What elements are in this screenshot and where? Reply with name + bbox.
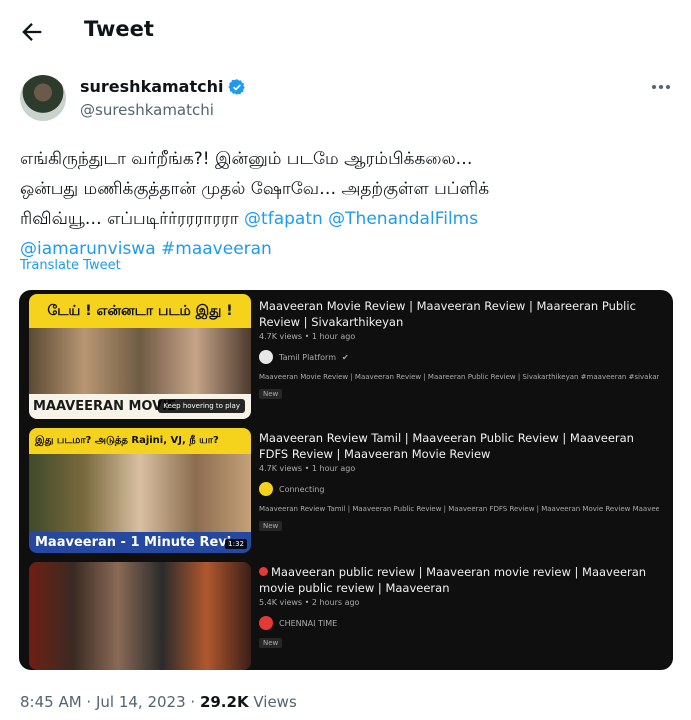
thumbnail-caption-bottom: Maaveeran - 1 Minute Revi xyxy=(29,532,251,553)
video-thumbnail-2[interactable]: இது படமா? அடுத்த Rajini, VJ, நீ யா? Maav… xyxy=(29,428,251,553)
tweet-timestamp[interactable]: 8:45 AM · Jul 14, 2023 · xyxy=(20,693,200,711)
translate-tweet-link[interactable]: Translate Tweet xyxy=(20,258,121,273)
video-channel[interactable]: Connecting xyxy=(259,482,659,496)
page-title: Tweet xyxy=(84,17,154,41)
thumbnail-caption-top: டேய் ! என்னடா படம் இது ! xyxy=(29,294,251,328)
channel-name[interactable]: Tamil Platform xyxy=(279,353,336,362)
author-name-text[interactable]: sureshkamatchi xyxy=(80,77,223,96)
avatar[interactable] xyxy=(20,75,66,121)
video-duration: 1:32 xyxy=(225,539,247,549)
video-title[interactable]: Maaveeran Review Tamil | Maaveeran Publi… xyxy=(259,430,659,462)
tweet-line-2: ஒன்பது மணிக்குத்தான் முதல் ஷோவே… அதற்குள… xyxy=(20,179,490,199)
channel-avatar-icon xyxy=(259,482,273,496)
video-title-text[interactable]: Maaveeran public review | Maaveeran movi… xyxy=(259,565,646,595)
video-info-2: Maaveeran Review Tamil | Maaveeran Publi… xyxy=(259,430,659,532)
video-meta: 5.4K views • 2 hours ago xyxy=(259,598,360,607)
thumbnail-image xyxy=(29,454,251,532)
live-dot-icon xyxy=(259,567,268,576)
channel-name[interactable]: Connecting xyxy=(279,485,324,494)
video-info-3: Maaveeran public review | Maaveeran movi… xyxy=(259,564,659,649)
video-title[interactable]: Maaveeran public review | Maaveeran movi… xyxy=(259,564,659,596)
media-card[interactable]: டேய் ! என்னடா படம் இது ! MAAVEERAN MOVIE… xyxy=(19,290,673,670)
new-badge: New xyxy=(259,389,283,399)
verified-badge-icon xyxy=(228,78,246,95)
tweet-line-3-text: ரிவிவ்யூ… எப்படிர்ர்ரரராரரா xyxy=(20,209,245,229)
thumbnail-image xyxy=(29,328,251,394)
video-channel[interactable]: Tamil Platform ✔ xyxy=(259,350,659,364)
top-bar: Tweet xyxy=(0,0,691,62)
video-result-3[interactable]: Maaveeran public review | Maaveeran movi… xyxy=(19,562,673,670)
video-description: Maaveeran Review Tamil | Maaveeran Publi… xyxy=(259,505,659,513)
video-info-1: Maaveeran Movie Review | Maaveeran Revie… xyxy=(259,298,659,400)
thumbnail-image xyxy=(29,562,251,670)
video-thumbnail-1[interactable]: டேய் ! என்னடா படம் இது ! MAAVEERAN MOVIE… xyxy=(29,294,251,419)
tweet-footer: 8:45 AM · Jul 14, 2023 · 29.2K Views xyxy=(20,693,297,711)
mention-tfapatn[interactable]: @tfapatn xyxy=(244,209,323,229)
tweet-line-1: எங்கிருந்துடா வர்றீங்க?! இன்னும் படமே ஆர… xyxy=(20,149,473,169)
mention-thenandalfilms[interactable]: @ThenandalFilms xyxy=(328,209,478,229)
channel-avatar-icon xyxy=(259,350,273,364)
channel-name[interactable]: CHENNAI TIME xyxy=(279,619,337,628)
channel-avatar-icon xyxy=(259,616,273,630)
more-options-icon[interactable] xyxy=(650,80,672,94)
verified-check-icon: ✔ xyxy=(341,352,349,362)
new-badge: New xyxy=(259,638,283,648)
new-badge: New xyxy=(259,521,283,531)
author-handle[interactable]: @sureshkamatchi xyxy=(80,101,214,119)
thumbnail-caption-top: இது படமா? அடுத்த Rajini, VJ, நீ யா? xyxy=(29,428,251,454)
back-arrow-icon[interactable] xyxy=(18,18,46,46)
tweet-text: எங்கிருந்துடா வர்றீங்க?! இன்னும் படமே ஆர… xyxy=(20,144,670,264)
author-name[interactable]: sureshkamatchi xyxy=(80,77,246,96)
tweet-line-3: ரிவிவ்யூ… எப்படிர்ர்ரரராரரா @tfapatn @Th… xyxy=(20,204,670,234)
video-title[interactable]: Maaveeran Movie Review | Maaveeran Revie… xyxy=(259,298,659,330)
video-channel[interactable]: CHENNAI TIME xyxy=(259,616,659,630)
video-result-1[interactable]: டேய் ! என்னடா படம் இது ! MAAVEERAN MOVIE… xyxy=(19,294,673,426)
mention-iamarunviswa[interactable]: @iamarunviswa xyxy=(20,239,156,259)
views-count: 29.2K xyxy=(199,693,249,711)
video-description: Maaveeran Movie Review | Maaveeran Revie… xyxy=(259,373,659,381)
video-result-2[interactable]: இது படமா? அடுத்த Rajini, VJ, நீ யா? Maav… xyxy=(19,428,673,560)
hover-to-play-tooltip: Keep hovering to play xyxy=(158,399,245,413)
video-meta: 4.7K views • 1 hour ago xyxy=(259,332,356,341)
hashtag-maaveeran[interactable]: #maaveeran xyxy=(161,239,272,259)
video-meta: 4.7K views • 1 hour ago xyxy=(259,464,356,473)
views-label: Views xyxy=(248,693,297,711)
video-thumbnail-3[interactable] xyxy=(29,562,251,670)
